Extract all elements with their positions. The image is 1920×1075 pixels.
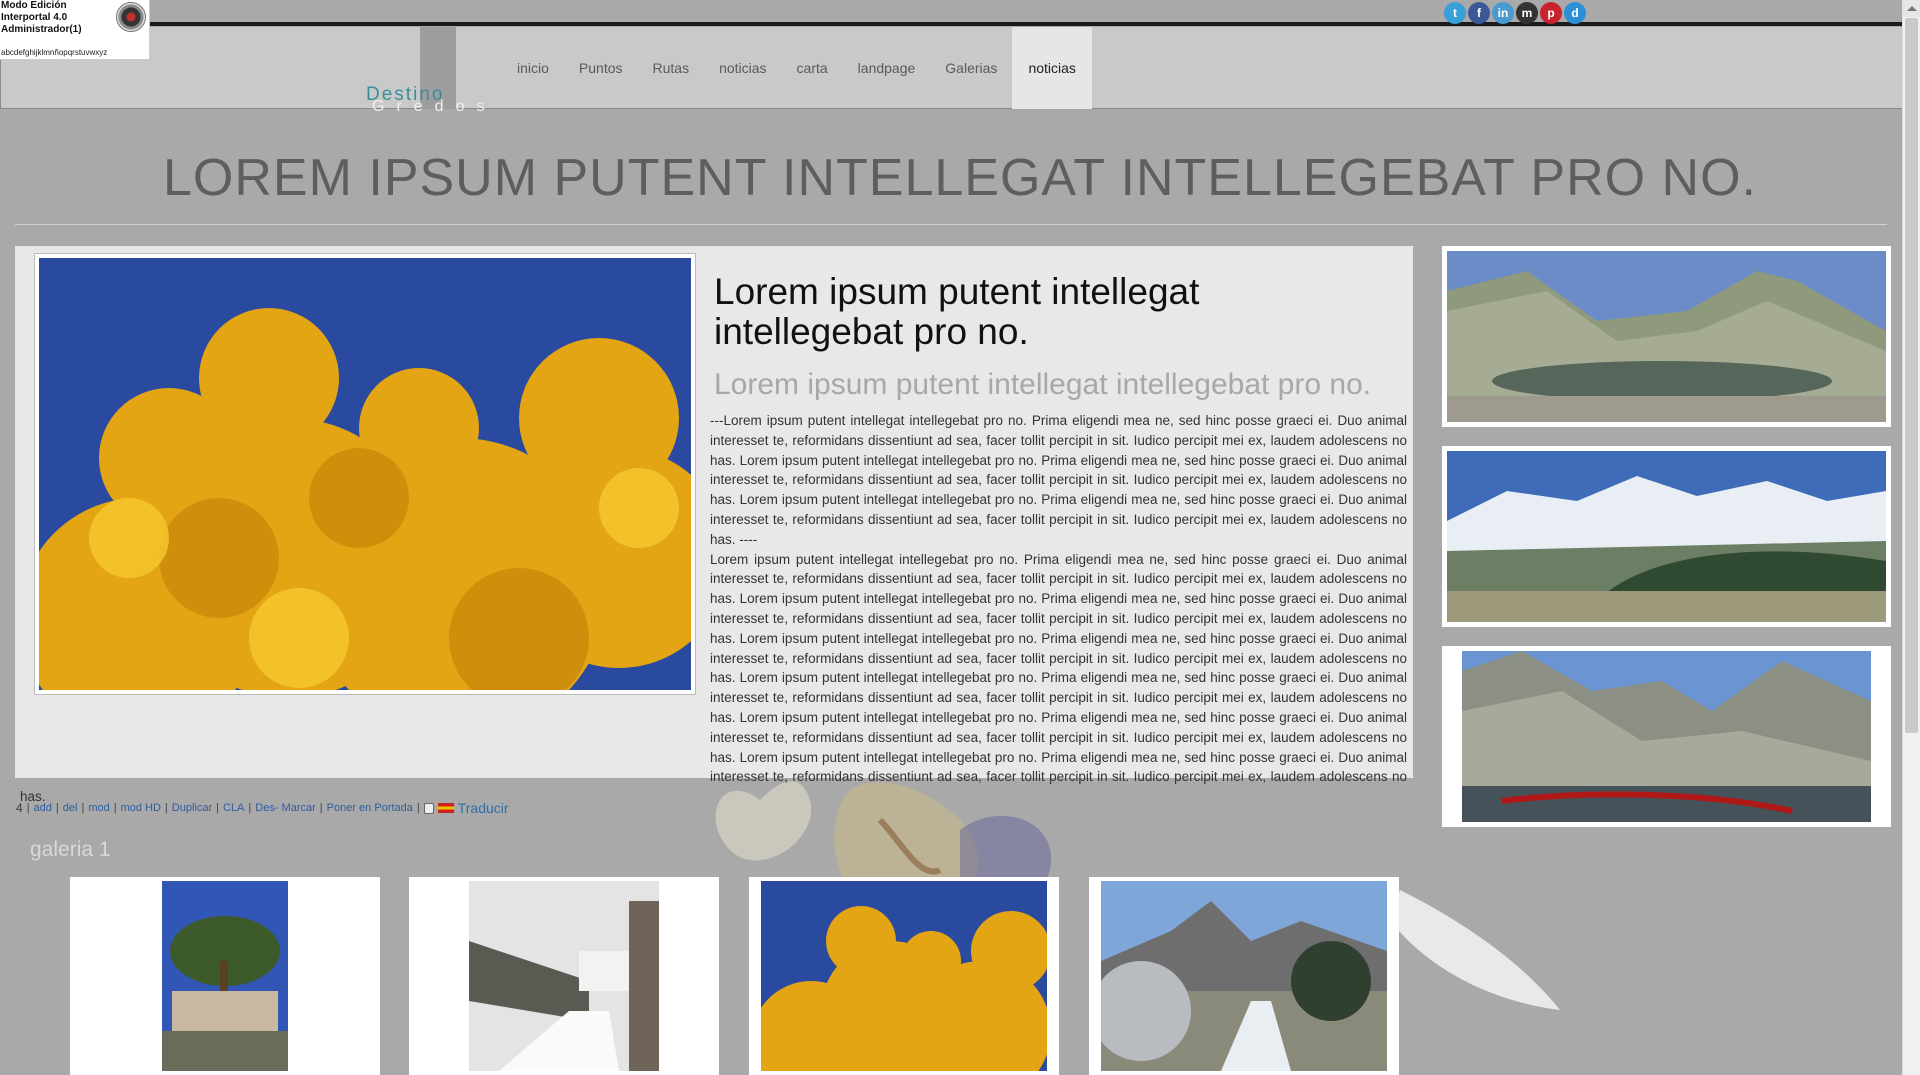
nav-item-carta[interactable]: carta <box>782 27 843 109</box>
autumn-tree-thumb-image <box>761 881 1047 1071</box>
side-image-card-1[interactable] <box>1442 246 1891 427</box>
article-body: ---Lorem ipsum putent intellegat intelle… <box>20 411 1407 807</box>
separator: | <box>248 802 252 814</box>
separator: | <box>216 802 219 814</box>
item-count: 4 <box>16 801 23 815</box>
separator: | <box>164 802 168 814</box>
mountain-lake-image <box>1447 251 1886 422</box>
vertical-scrollbar[interactable] <box>1902 0 1920 1075</box>
add-link[interactable]: add <box>34 802 52 814</box>
admin-version-label: Interportal 4.0 <box>1 12 68 23</box>
admin-mode-label: Modo Edición <box>1 0 67 11</box>
admin-badge-icon[interactable] <box>116 2 146 32</box>
nav-item-puntos[interactable]: Puntos <box>564 27 638 109</box>
pinterest-icon[interactable]: p <box>1540 2 1562 24</box>
page-title: LOREM IPSUM PUTENT INTELLEGAT INTELLEGEB… <box>163 149 1757 207</box>
social-icons: t f in m p d <box>1444 2 1586 24</box>
title-divider <box>15 224 1887 225</box>
snowy-mountains-image <box>1447 451 1886 622</box>
mountain-lake-kayak-image <box>1462 651 1871 822</box>
nav-item-galerias[interactable]: Galerias <box>930 27 1012 109</box>
twitter-icon[interactable]: t <box>1444 2 1466 24</box>
snowy-village-image <box>469 881 659 1071</box>
header-top-rule <box>150 22 1902 26</box>
gallery-thumb-4[interactable] <box>1089 877 1399 1075</box>
main-nav: inicio Puntos Rutas noticias carta landp… <box>502 27 1092 109</box>
nav-item-rutas[interactable]: Rutas <box>638 27 705 109</box>
gallery-title: galeria 1 <box>30 838 111 861</box>
top-strip <box>0 0 1920 24</box>
gallery-thumb-3[interactable] <box>749 877 1059 1075</box>
separator: | <box>81 802 85 814</box>
spain-flag-icon[interactable] <box>437 803 454 813</box>
article-title: Lorem ipsum putent intellegat intellegeb… <box>714 271 1200 352</box>
gallery-thumb-2[interactable] <box>409 877 719 1075</box>
article-subtitle: Lorem ipsum putent intellegat intellegeb… <box>714 368 1372 401</box>
nav-item-inicio[interactable]: inicio <box>502 27 564 109</box>
nav-item-noticias[interactable]: noticias <box>704 27 781 109</box>
separator: | <box>113 802 117 814</box>
lock-icon[interactable] <box>423 802 434 814</box>
facebook-icon[interactable]: f <box>1468 2 1490 24</box>
duplicar-link[interactable]: Duplicar <box>172 802 212 814</box>
myspace-icon[interactable]: m <box>1516 2 1538 24</box>
mod-link[interactable]: mod <box>88 802 109 814</box>
del-link[interactable]: del <box>63 802 78 814</box>
scroll-up-arrow-icon[interactable] <box>1903 0 1920 17</box>
separator: | <box>416 802 420 814</box>
side-image-card-3[interactable] <box>1442 646 1891 827</box>
mod-hd-link[interactable]: mod HD <box>121 802 161 814</box>
nav-item-landpage[interactable]: landpage <box>843 27 931 109</box>
admin-user-label: Administrador(1) <box>1 24 82 35</box>
admin-alphabet: abcdefghijklmnñopqrstuvwxyz <box>1 48 108 57</box>
side-image-card-2[interactable] <box>1442 446 1891 627</box>
separator: | <box>55 802 59 814</box>
admin-toolbar: 4 | add | del | mod | mod HD | Duplicar … <box>16 800 509 816</box>
nav-item-noticias-active[interactable]: noticias <box>1012 27 1092 109</box>
frosty-mountain-path-image <box>1101 881 1387 1071</box>
traducir-link[interactable]: Traducir <box>458 800 509 816</box>
separator: | <box>319 802 323 814</box>
separator: | <box>26 802 30 814</box>
image-text-wrap-spacer <box>20 411 710 782</box>
admin-mode-panel: Modo Edición Interportal 4.0 Administrad… <box>0 0 150 60</box>
desmarcar-link[interactable]: Des- Marcar <box>255 802 316 814</box>
delicious-icon[interactable]: d <box>1564 2 1586 24</box>
linkedin-icon[interactable]: in <box>1492 2 1514 24</box>
gallery-thumb-1[interactable] <box>70 877 380 1075</box>
poner-en-portada-link[interactable]: Poner en Portada <box>327 802 413 814</box>
article-panel: Lorem ipsum putent intellegat intellegeb… <box>15 246 1413 804</box>
scrollbar-thumb[interactable] <box>1905 18 1918 733</box>
pine-tree-house-image <box>162 881 288 1071</box>
cla-link[interactable]: CLA <box>223 802 244 814</box>
logo-gredos[interactable]: Gredos <box>372 98 496 116</box>
